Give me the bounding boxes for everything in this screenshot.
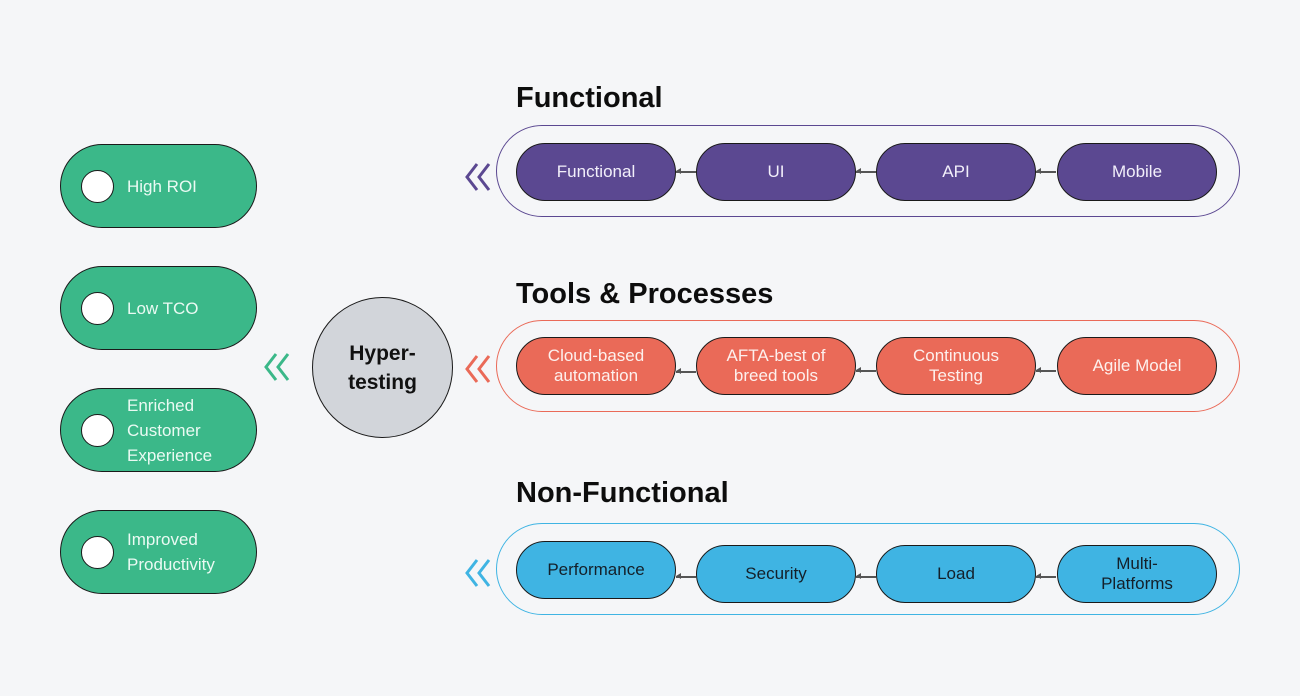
circle-icon bbox=[81, 169, 114, 203]
node-cloud-based-automation: Cloud-based automation bbox=[516, 337, 676, 395]
node-load: Load bbox=[876, 545, 1036, 603]
arrow-connector bbox=[676, 573, 696, 579]
benefit-label: High ROI bbox=[127, 176, 197, 196]
arrow-connector bbox=[856, 573, 876, 579]
node-ui: UI bbox=[696, 143, 856, 201]
arrow-connector bbox=[856, 367, 876, 373]
arrow-connector bbox=[1036, 367, 1056, 373]
benefit-enriched-customer-experience: Enriched Customer Experience bbox=[60, 388, 257, 472]
benefit-label: Enriched Customer Experience bbox=[127, 395, 213, 465]
benefit-label: Improved Productivity bbox=[127, 530, 215, 574]
double-chevron-left-icon bbox=[264, 353, 290, 381]
circle-icon bbox=[81, 535, 114, 569]
benefit-improved-productivity: Improved Productivity bbox=[60, 510, 257, 594]
arrow-connector bbox=[676, 168, 696, 174]
arrow-connector bbox=[1036, 168, 1056, 174]
group-title-non-functional: Non-Functional bbox=[516, 477, 729, 509]
group-title-tools-processes: Tools & Processes bbox=[516, 278, 774, 310]
node-agile-model: Agile Model bbox=[1057, 337, 1217, 395]
node-mobile: Mobile bbox=[1057, 143, 1217, 201]
group-title-functional: Functional bbox=[516, 82, 663, 114]
circle-icon bbox=[81, 413, 114, 447]
benefit-low-tco: Low TCO bbox=[60, 266, 257, 350]
hyper-testing-hub: Hyper- testing bbox=[312, 297, 453, 438]
hub-label: Hyper- testing bbox=[348, 341, 417, 394]
arrow-connector bbox=[676, 368, 696, 374]
node-functional: Functional bbox=[516, 143, 676, 201]
node-api: API bbox=[876, 143, 1036, 201]
benefit-label: Low TCO bbox=[127, 298, 199, 318]
node-afta-best-of-breed-tools: AFTA-best of breed tools bbox=[696, 337, 856, 395]
double-chevron-left-icon bbox=[465, 559, 491, 587]
circle-icon bbox=[81, 291, 114, 325]
arrow-connector bbox=[1036, 573, 1056, 579]
double-chevron-left-icon bbox=[465, 355, 491, 383]
node-performance: Performance bbox=[516, 541, 676, 599]
double-chevron-left-icon bbox=[465, 163, 491, 191]
node-security: Security bbox=[696, 545, 856, 603]
arrow-connector bbox=[856, 168, 876, 174]
node-multi-platforms: Multi- Platforms bbox=[1057, 545, 1217, 603]
benefit-high-roi: High ROI bbox=[60, 144, 257, 228]
node-continuous-testing: Continuous Testing bbox=[876, 337, 1036, 395]
